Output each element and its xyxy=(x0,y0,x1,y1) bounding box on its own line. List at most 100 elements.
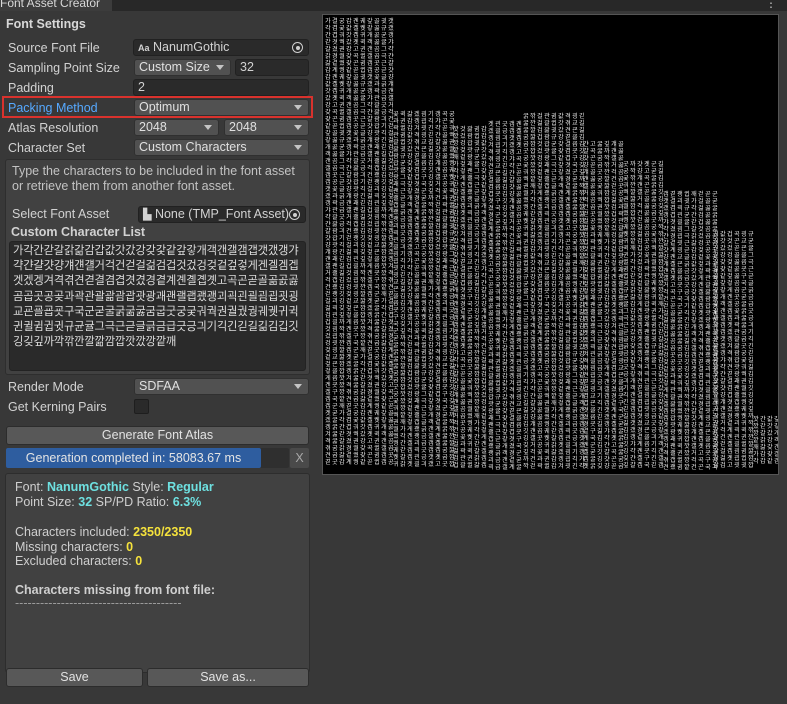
svg-text:굳: 굳 xyxy=(495,219,501,226)
svg-text:갓: 갓 xyxy=(325,87,331,95)
svg-text:귁: 귁 xyxy=(623,244,629,252)
svg-text:궤: 궤 xyxy=(677,421,683,429)
svg-text:걘: 걘 xyxy=(691,435,697,443)
svg-text:갸: 갸 xyxy=(509,155,515,163)
svg-text:걘: 걘 xyxy=(509,204,515,212)
svg-text:굘: 굘 xyxy=(442,370,448,377)
svg-text:깥: 깥 xyxy=(360,339,366,347)
object-picker-icon[interactable] xyxy=(289,209,300,220)
svg-text:귀: 귀 xyxy=(339,87,345,95)
padding-input[interactable]: 2 xyxy=(133,79,309,96)
svg-text:객: 객 xyxy=(774,437,778,444)
select-font-asset-field[interactable]: ▙ None (TMP_Font Asset) xyxy=(138,206,306,223)
svg-text:걷: 걷 xyxy=(558,323,564,330)
atlas-width-dropdown[interactable]: 2048 xyxy=(134,119,219,136)
character-set-dropdown[interactable]: Custom Characters xyxy=(134,139,309,156)
svg-text:귄: 귄 xyxy=(544,456,550,463)
svg-text:깃: 깃 xyxy=(360,234,366,242)
svg-text:곽: 곽 xyxy=(734,322,740,329)
svg-text:구: 구 xyxy=(677,289,683,296)
svg-text:긋: 긋 xyxy=(748,308,754,315)
point-size-input[interactable]: 32 xyxy=(235,59,309,76)
svg-text:귐: 귐 xyxy=(421,348,427,356)
svg-text:겟: 겟 xyxy=(325,409,331,417)
svg-text:김: 김 xyxy=(360,221,366,228)
svg-text:곶: 곶 xyxy=(644,252,650,259)
svg-text:긁: 긁 xyxy=(339,193,345,200)
svg-text:굻: 굻 xyxy=(597,148,603,155)
generate-font-atlas-button[interactable]: Generate Font Atlas xyxy=(6,426,309,445)
svg-text:갹: 갹 xyxy=(367,102,373,109)
kebab-menu-icon[interactable]: ⋮ xyxy=(765,0,777,10)
source-font-field[interactable]: Aa NanumGothic xyxy=(133,39,309,56)
svg-text:굔: 굔 xyxy=(544,267,550,274)
svg-text:곬: 곬 xyxy=(332,144,338,151)
custom-character-textarea[interactable]: 가각간갇갈갉갊감갑값갓갔강갖갗같갚갛개객갠갤갬갭갯갰갱갸갹갼걀걋걍걔걘걜거걱건걷… xyxy=(9,241,306,371)
window-tab[interactable]: Font Asset Creator xyxy=(0,0,113,11)
svg-text:가: 가 xyxy=(325,17,331,25)
svg-text:겻: 겻 xyxy=(435,397,441,405)
svg-text:거: 거 xyxy=(453,412,459,420)
svg-text:괆: 괆 xyxy=(544,126,550,134)
svg-text:깔: 깔 xyxy=(400,362,406,370)
svg-text:귑: 귑 xyxy=(651,328,657,336)
save-as-button[interactable]: Save as... xyxy=(147,668,309,687)
svg-text:겋: 겋 xyxy=(583,287,589,295)
svg-text:괘: 괘 xyxy=(374,143,380,151)
svg-text:곕: 곕 xyxy=(537,350,543,358)
save-button[interactable]: Save xyxy=(6,668,143,687)
svg-text:귤: 귤 xyxy=(474,161,480,168)
svg-text:굻: 굻 xyxy=(421,223,427,230)
clear-progress-button[interactable]: X xyxy=(290,448,309,468)
svg-text:기: 기 xyxy=(474,244,480,252)
chevron-down-icon xyxy=(294,145,302,150)
svg-text:곯: 곯 xyxy=(644,217,650,224)
object-picker-icon[interactable] xyxy=(292,42,303,53)
svg-text:격: 격 xyxy=(460,238,466,245)
svg-text:괘: 괘 xyxy=(353,199,359,207)
svg-text:괼: 괼 xyxy=(734,440,740,448)
svg-text:거: 거 xyxy=(325,269,331,277)
svg-text:광: 광 xyxy=(414,391,420,398)
svg-text:것: 것 xyxy=(367,213,373,221)
svg-text:괠: 괠 xyxy=(670,449,676,457)
kerning-checkbox[interactable] xyxy=(134,399,149,414)
svg-text:깃: 깃 xyxy=(381,178,387,186)
svg-text:곽: 곽 xyxy=(414,342,420,349)
svg-text:괄: 괄 xyxy=(374,101,380,109)
svg-text:굶: 굶 xyxy=(741,315,747,322)
svg-text:각: 각 xyxy=(325,25,331,32)
svg-text:건: 건 xyxy=(720,433,726,441)
svg-text:갹: 갹 xyxy=(720,364,726,371)
svg-text:격: 격 xyxy=(509,387,515,394)
svg-text:것: 것 xyxy=(460,125,466,133)
svg-text:굔: 굔 xyxy=(332,361,338,368)
svg-text:걋: 걋 xyxy=(388,66,394,74)
svg-text:곡: 곡 xyxy=(590,148,596,155)
svg-text:갯: 갯 xyxy=(509,134,515,142)
svg-text:걋: 걋 xyxy=(530,406,536,414)
svg-text:갛: 갛 xyxy=(558,168,564,176)
svg-text:갯: 갯 xyxy=(720,335,726,343)
sampling-mode-dropdown[interactable]: Custom Size xyxy=(134,59,231,76)
svg-text:교: 교 xyxy=(467,259,473,266)
atlas-height-dropdown[interactable]: 2048 xyxy=(224,119,309,136)
render-mode-dropdown[interactable]: SDFAA xyxy=(134,378,309,395)
svg-text:갊: 갊 xyxy=(604,280,610,288)
svg-text:검: 검 xyxy=(453,455,459,462)
svg-text:깜: 깜 xyxy=(502,268,508,275)
svg-text:괠: 괠 xyxy=(414,411,420,419)
svg-text:겆: 겆 xyxy=(367,235,373,242)
svg-text:궝: 궝 xyxy=(353,458,359,466)
svg-text:겪: 겪 xyxy=(367,332,373,340)
svg-text:귤: 귤 xyxy=(597,309,603,316)
svg-text:괍: 괍 xyxy=(544,140,550,148)
svg-text:겄: 겄 xyxy=(537,148,543,155)
svg-text:굳: 굳 xyxy=(421,195,427,202)
svg-text:광: 광 xyxy=(467,154,473,161)
svg-text:긔: 긔 xyxy=(360,171,366,179)
svg-text:깁: 깁 xyxy=(381,171,387,179)
svg-text:그: 그 xyxy=(523,295,529,302)
svg-text:귁: 귁 xyxy=(651,300,657,308)
svg-text:깊: 깊 xyxy=(360,256,366,263)
